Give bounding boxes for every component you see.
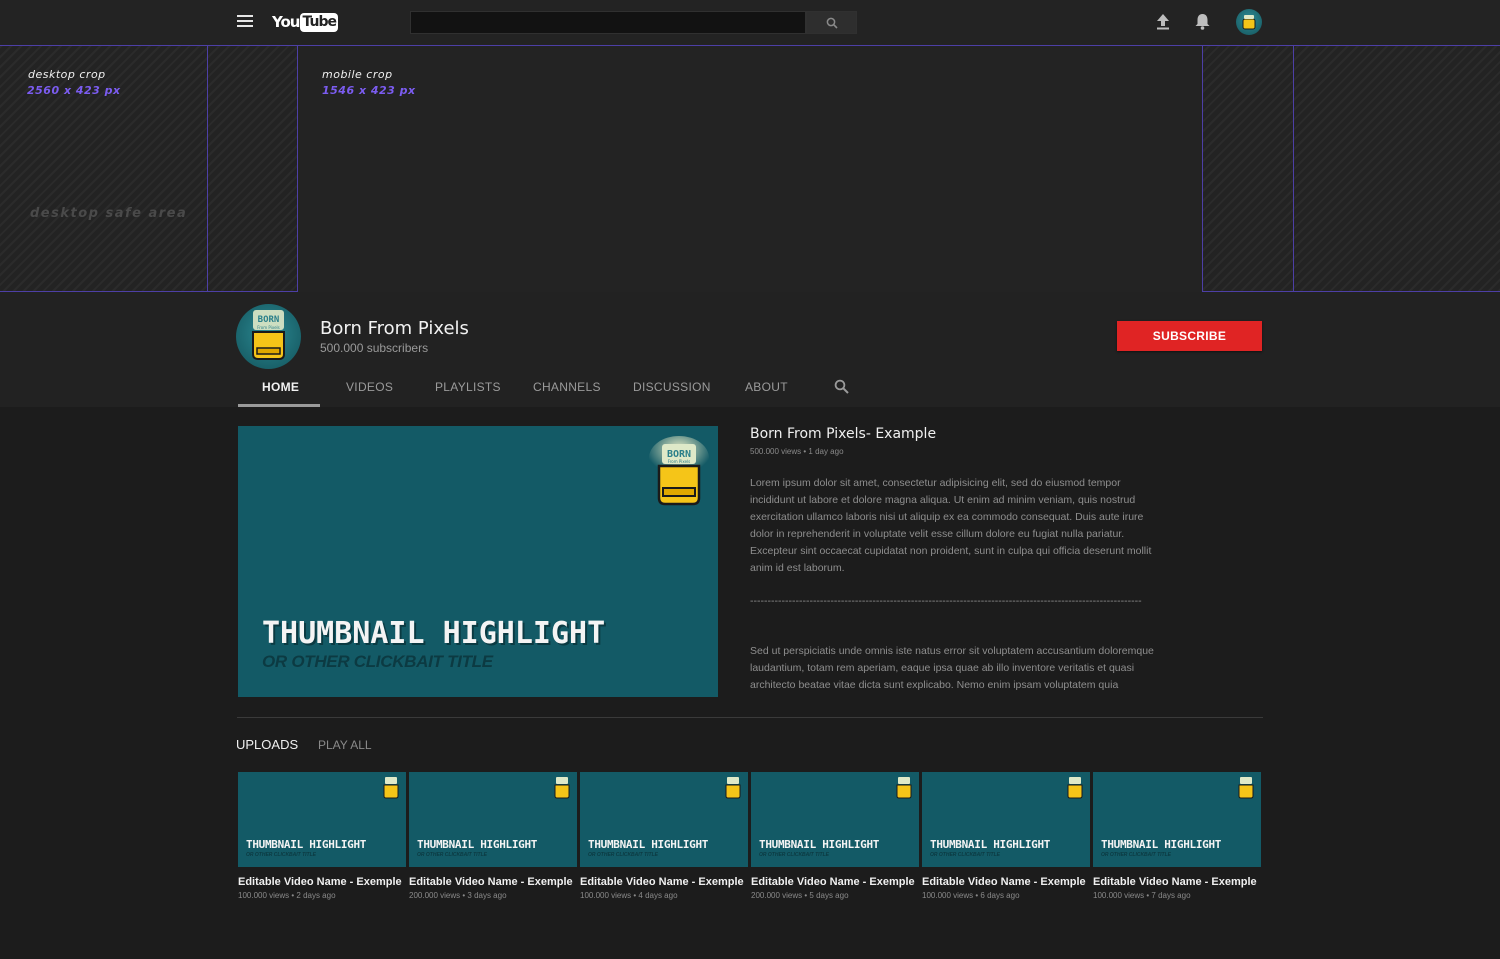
thumbnail-subtitle: OR OTHER CLICKBAIT TITLE — [759, 852, 829, 858]
tab-about[interactable]: ABOUT — [745, 380, 788, 394]
search-button[interactable] — [806, 11, 857, 34]
born-from-pixels-logo: BORN From Pixels — [649, 436, 709, 506]
video-title[interactable]: Editable Video Name - Exemple — [409, 876, 577, 888]
video-thumbnail[interactable]: THUMBNAIL HIGHLIGHT OR OTHER CLICKBAIT TI… — [580, 772, 748, 867]
uploads-title[interactable]: UPLOADS — [236, 737, 298, 752]
born-from-pixels-logo — [1242, 15, 1256, 30]
channel-tabs: HOME VIDEOS PLAYLISTS CHANNELS DISCUSSIO… — [0, 372, 1500, 407]
video-title[interactable]: Editable Video Name - Exemple — [1093, 876, 1261, 888]
logo-you-text: You — [272, 13, 300, 31]
thumbnail-title: THUMBNAIL HIGHLIGHT — [417, 838, 538, 851]
logo-tube-text: Tube — [300, 12, 338, 32]
guide-line — [1293, 46, 1294, 292]
menu-icon[interactable] — [237, 15, 253, 28]
desktop-crop-label: desktop crop — [28, 68, 106, 81]
video-title[interactable]: Editable Video Name - Exemple — [751, 876, 919, 888]
search-icon — [826, 17, 838, 29]
video-thumbnail[interactable]: THUMBNAIL HIGHLIGHT OR OTHER CLICKBAIT TI… — [409, 772, 577, 867]
mobile-crop-label: mobile crop — [322, 68, 393, 81]
thumbnail-subtitle: OR OTHER CLICKBAIT TITLE — [246, 852, 316, 858]
desktop-crop-size: 2560 x 423 px — [27, 84, 121, 97]
tab-home[interactable]: HOME — [262, 380, 299, 394]
guide-line — [297, 46, 298, 292]
logo-subtext: From Pixels — [668, 459, 691, 464]
upload-icon[interactable] — [1156, 14, 1170, 30]
thumbnail-subtitle: OR OTHER CLICKBAIT TITLE — [262, 652, 493, 671]
featured-video-description: Lorem ipsum dolor sit amet, consectetur … — [750, 477, 1152, 574]
tab-playlists[interactable]: PLAYLISTS — [435, 380, 501, 394]
video-thumbnail[interactable]: THUMBNAIL HIGHLIGHT OR OTHER CLICKBAIT TI… — [238, 772, 406, 867]
search-icon[interactable] — [834, 379, 849, 394]
guide-line — [1202, 46, 1203, 292]
subscribe-button[interactable]: SUBSCRIBE — [1117, 321, 1262, 351]
born-from-pixels-logo — [554, 777, 570, 799]
featured-video-thumbnail[interactable]: BORN From Pixels THUMBNAIL HIGHLIGHT OR … — [238, 426, 718, 697]
video-thumbnail[interactable]: THUMBNAIL HIGHLIGHT OR OTHER CLICKBAIT TI… — [751, 772, 919, 867]
guide-line — [207, 46, 208, 292]
upload-video-card[interactable]: THUMBNAIL HIGHLIGHT OR OTHER CLICKBAIT TI… — [1093, 772, 1261, 900]
tab-videos[interactable]: VIDEOS — [346, 380, 393, 394]
thumbnail-title: THUMBNAIL HIGHLIGHT — [930, 838, 1051, 851]
subscriber-count: 500.000 subscribers — [320, 341, 429, 355]
born-from-pixels-logo: BORN From Pixels — [252, 310, 285, 360]
mobile-crop-area — [298, 46, 1202, 292]
thumbnail-subtitle: OR OTHER CLICKBAIT TITLE — [417, 852, 487, 858]
play-all-button[interactable]: PLAY ALL — [318, 738, 372, 752]
born-from-pixels-logo — [725, 777, 741, 799]
featured-video-title[interactable]: Born From Pixels- Example — [750, 426, 936, 442]
upload-video-card[interactable]: THUMBNAIL HIGHLIGHT OR OTHER CLICKBAIT TI… — [409, 772, 577, 900]
upload-video-card[interactable]: THUMBNAIL HIGHLIGHT OR OTHER CLICKBAIT TI… — [238, 772, 406, 900]
logo-subtext: From Pixels — [257, 325, 280, 330]
bell-icon[interactable] — [1195, 13, 1210, 30]
thumbnail-subtitle: OR OTHER CLICKBAIT TITLE — [930, 852, 1000, 858]
born-from-pixels-logo — [896, 777, 912, 799]
video-meta: 200.000 views • 5 days ago — [751, 891, 849, 900]
search-input[interactable] — [410, 11, 806, 34]
thumbnail-title: THUMBNAIL HIGHLIGHT — [246, 838, 367, 851]
upload-video-card[interactable]: THUMBNAIL HIGHLIGHT OR OTHER CLICKBAIT TI… — [580, 772, 748, 900]
channel-header: BORN From Pixels Born From Pixels 500.00… — [0, 292, 1500, 407]
upload-video-card[interactable]: THUMBNAIL HIGHLIGHT OR OTHER CLICKBAIT TI… — [922, 772, 1090, 900]
born-from-pixels-logo — [1067, 777, 1083, 799]
video-title[interactable]: Editable Video Name - Exemple — [238, 876, 406, 888]
featured-video-description-continued: Sed ut perspiciatis unde omnis iste natu… — [750, 645, 1154, 691]
video-title[interactable]: Editable Video Name - Exemple — [922, 876, 1090, 888]
video-meta: 100.000 views • 6 days ago — [922, 891, 1020, 900]
born-from-pixels-logo — [1238, 777, 1254, 799]
video-meta: 200.000 views • 3 days ago — [409, 891, 507, 900]
video-title[interactable]: Editable Video Name - Exemple — [580, 876, 748, 888]
featured-video-meta: 500.000 views • 1 day ago — [750, 447, 844, 456]
channel-name: Born From Pixels — [320, 318, 469, 339]
thumbnail-subtitle: OR OTHER CLICKBAIT TITLE — [588, 852, 658, 858]
channel-banner: desktop crop 2560 x 423 px mobile crop 1… — [0, 45, 1500, 292]
thumbnail-title: THUMBNAIL HIGHLIGHT — [262, 616, 606, 651]
account-avatar[interactable] — [1236, 9, 1262, 35]
masthead: You Tube — [0, 0, 1500, 45]
thumbnail-title: THUMBNAIL HIGHLIGHT — [759, 838, 880, 851]
video-thumbnail[interactable]: THUMBNAIL HIGHLIGHT OR OTHER CLICKBAIT TI… — [1093, 772, 1261, 867]
channel-avatar[interactable]: BORN From Pixels — [236, 304, 301, 369]
thumbnail-subtitle: OR OTHER CLICKBAIT TITLE — [1101, 852, 1171, 858]
description-divider: ----------------------------------------… — [750, 595, 1142, 607]
tab-channels[interactable]: CHANNELS — [533, 380, 601, 394]
thumbnail-title: THUMBNAIL HIGHLIGHT — [1101, 838, 1222, 851]
video-meta: 100.000 views • 2 days ago — [238, 891, 336, 900]
video-meta: 100.000 views • 4 days ago — [580, 891, 678, 900]
upload-video-card[interactable]: THUMBNAIL HIGHLIGHT OR OTHER CLICKBAIT TI… — [751, 772, 919, 900]
video-meta: 100.000 views • 7 days ago — [1093, 891, 1191, 900]
logo-text: BORN — [258, 315, 280, 325]
desktop-safe-area-label: desktop safe area — [30, 206, 188, 221]
video-thumbnail[interactable]: THUMBNAIL HIGHLIGHT OR OTHER CLICKBAIT TI… — [922, 772, 1090, 867]
youtube-logo[interactable]: You Tube — [272, 12, 338, 32]
mobile-crop-size: 1546 x 423 px — [322, 84, 416, 97]
thumbnail-title: THUMBNAIL HIGHLIGHT — [588, 838, 709, 851]
tab-discussion[interactable]: DISCUSSION — [633, 380, 711, 394]
born-from-pixels-logo — [383, 777, 399, 799]
section-divider — [237, 717, 1263, 718]
